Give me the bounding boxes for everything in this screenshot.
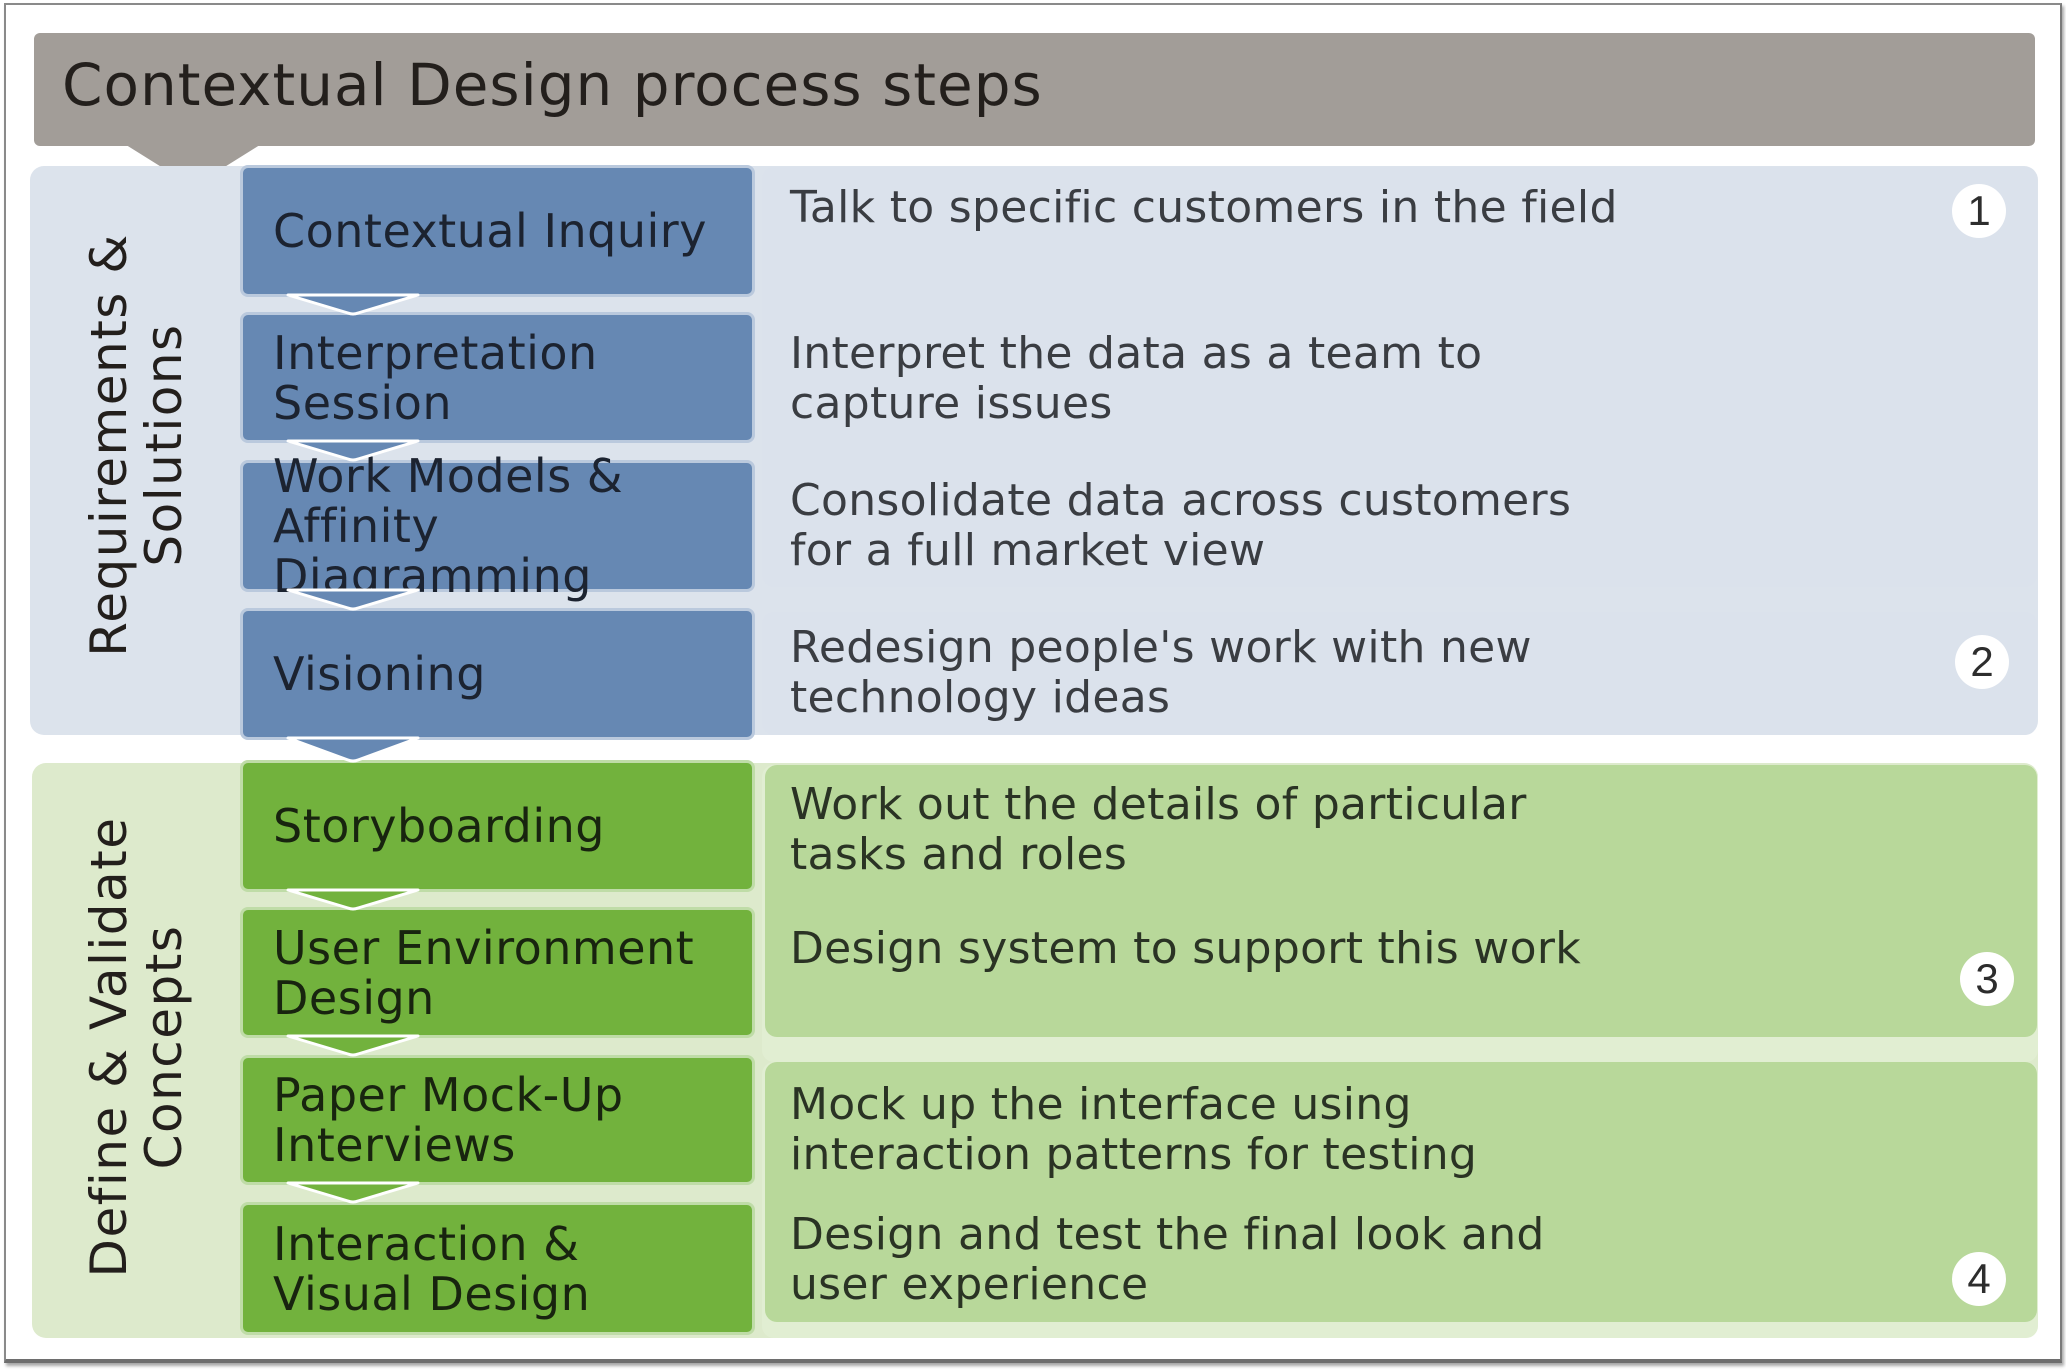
phase-label-line: Solutions [135,323,193,567]
step-description: Design system to support this work [790,923,1581,974]
phase-label-line: Requirements & [80,233,138,657]
step-label: User Environment Design [273,920,695,1025]
step-label: Paper Mock-Up Interviews [273,1068,624,1172]
step-description: Design and test the final look and user … [790,1209,1545,1310]
step-description: Consolidate data across customers for a … [790,475,1572,576]
diagram-title: Contextual Design process steps [62,51,1043,119]
diagram-header: Contextual Design process steps [34,33,2035,146]
step-description: Talk to specific customers in the field [790,182,1618,233]
step-description: Mock up the interface using interaction … [790,1079,1478,1180]
step-label: Storyboarding [273,799,605,853]
phase-label-line: Define & Validate [80,816,138,1278]
group-number-badge: 4 [1952,1252,2006,1306]
step-label: Interpretation Session [273,325,598,430]
phase-label-line: Concepts [135,924,193,1170]
group-number-badge: 2 [1955,635,2009,689]
step-description: Redesign people's work with new technolo… [790,622,1532,723]
group-number-badge: 1 [1952,184,2006,238]
step-label: Interaction & Visual Design [273,1216,591,1321]
step-label: Visioning [273,647,486,701]
step-description: Work out the details of particular tasks… [790,779,1527,880]
step-label: Contextual Inquiry [273,204,707,258]
step-description: Interpret the data as a team to capture … [790,328,1483,429]
step-interaction-visual-design: Interaction & Visual Design [240,1202,755,1335]
group-number-badge: 3 [1960,952,2014,1006]
